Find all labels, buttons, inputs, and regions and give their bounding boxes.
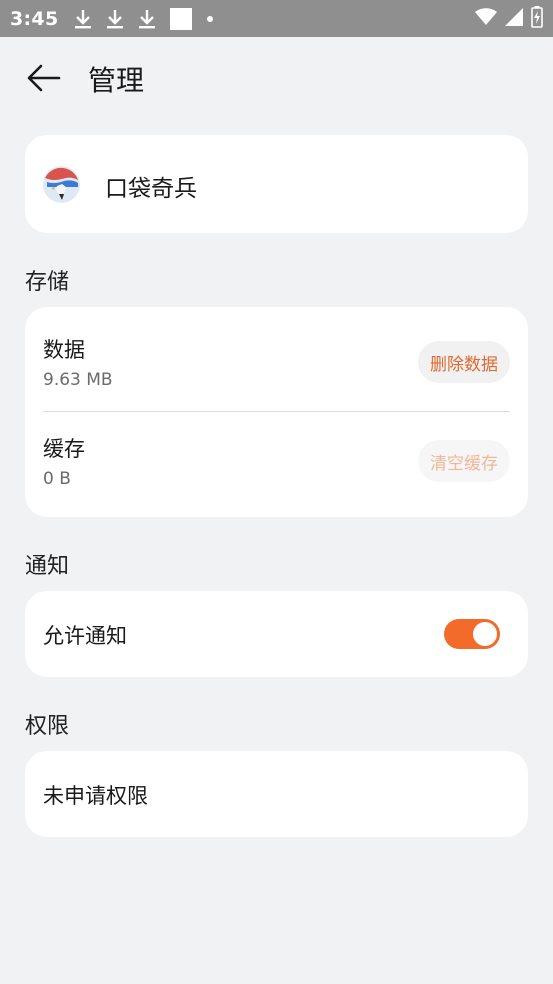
data-size: 9.63 MB xyxy=(43,370,113,390)
cache-size: 0 B xyxy=(43,469,71,489)
notification-section-label: 通知 xyxy=(25,554,70,579)
toggle-knob xyxy=(473,622,497,646)
delete-data-button[interactable]: 删除数据 xyxy=(418,341,510,383)
permissions-card: 未申请权限 xyxy=(25,751,528,837)
permissions-section-label: 权限 xyxy=(25,714,70,739)
signal-icon xyxy=(505,7,523,30)
storage-card: 数据 9.63 MB 删除数据 缓存 0 B 清空缓存 xyxy=(25,307,528,517)
battery-icon xyxy=(531,5,543,32)
status-bar: 3:45 xyxy=(0,0,553,37)
app-icon xyxy=(43,166,80,203)
wifi-icon xyxy=(475,7,497,30)
notification-card: 允许通知 xyxy=(25,591,528,677)
dot-icon xyxy=(206,15,214,23)
cache-title: 缓存 xyxy=(43,437,85,461)
data-title: 数据 xyxy=(43,338,85,362)
app-name: 口袋奇兵 xyxy=(105,176,197,202)
permissions-value: 未申请权限 xyxy=(43,784,148,808)
square-icon xyxy=(170,7,193,30)
app-bar: 管理 xyxy=(0,37,553,125)
status-time: 3:45 xyxy=(10,7,59,30)
back-button[interactable] xyxy=(22,60,64,100)
allow-notification-label: 允许通知 xyxy=(43,624,127,648)
page-title: 管理 xyxy=(88,64,145,97)
clear-cache-button[interactable]: 清空缓存 xyxy=(418,440,510,482)
download-icon xyxy=(74,8,92,30)
download-icon xyxy=(138,8,156,30)
app-info-card[interactable]: 口袋奇兵 xyxy=(25,135,528,233)
storage-section-label: 存储 xyxy=(25,270,70,295)
download-icon xyxy=(106,8,124,30)
back-arrow-icon xyxy=(25,63,61,97)
divider xyxy=(43,411,510,412)
allow-notification-toggle[interactable] xyxy=(444,619,500,649)
